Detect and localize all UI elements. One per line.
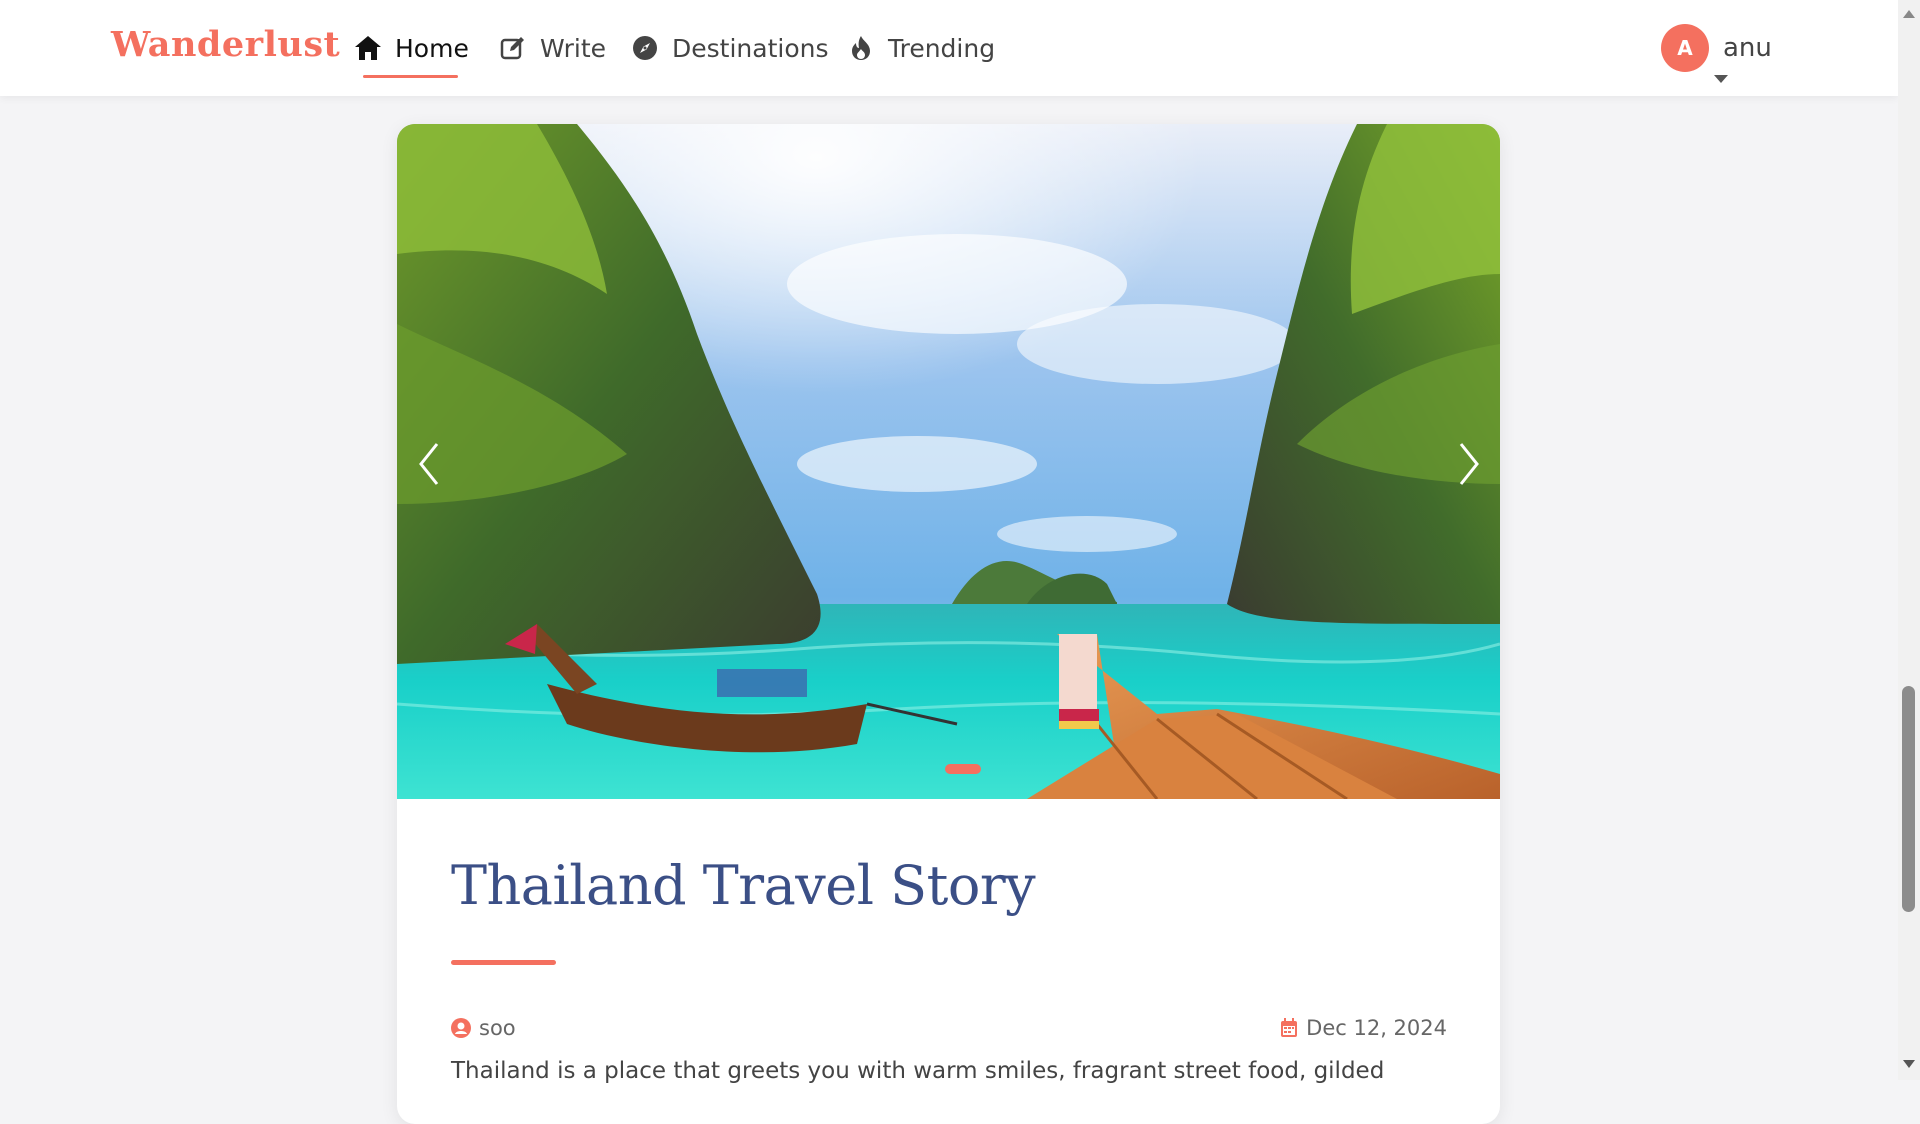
scrollbar-thumb[interactable] [1902,686,1915,912]
user-menu[interactable]: A anu [1661,24,1772,72]
title-underline [451,960,556,965]
chevron-left-icon [419,443,439,485]
fire-icon [846,33,876,63]
nav-home-label: Home [395,33,469,63]
username[interactable]: anu [1723,33,1772,63]
scroll-up-arrow-icon[interactable] [1903,10,1915,18]
page-scrollbar[interactable] [1898,0,1920,1080]
image-carousel [397,124,1500,799]
nav-write[interactable]: Write [498,28,606,68]
home-icon [353,33,383,63]
carousel-image [397,124,1500,799]
carousel-indicator[interactable] [945,764,981,774]
scroll-down-arrow-icon[interactable] [1903,1060,1915,1068]
top-navbar: Wanderlust Home Write Destinations Trend… [0,0,1898,96]
carousel-next-button[interactable] [1449,434,1489,494]
brand-logo[interactable]: Wanderlust [111,24,340,65]
nav-destinations-label: Destinations [672,33,829,63]
nav-destinations[interactable]: Destinations [630,28,828,68]
nav-trending-label: Trending [888,33,996,63]
post-date-text: Dec 12, 2024 [1306,1016,1447,1040]
user-circle-icon [451,1018,471,1038]
nav-trending[interactable]: Trending [846,28,995,68]
post-card: Thailand Travel Story [397,124,1500,1124]
nav-active-underline [363,75,458,78]
post-author[interactable]: soo [451,1016,516,1040]
chevron-down-icon[interactable] [1714,75,1728,83]
compass-icon [630,33,660,63]
nav-write-label: Write [540,33,607,63]
calendar-icon [1281,1018,1298,1037]
carousel-prev-button[interactable] [409,434,449,494]
post-title: Thailand Travel Story [451,854,1036,917]
post-author-name: soo [479,1016,516,1040]
post-date: Dec 12, 2024 [1280,1016,1447,1040]
edit-icon [498,33,528,63]
nav-home[interactable]: Home [353,28,469,68]
chevron-right-icon [1459,443,1479,485]
post-excerpt: Thailand is a place that greets you with… [451,1058,1385,1084]
avatar[interactable]: A [1661,24,1709,72]
